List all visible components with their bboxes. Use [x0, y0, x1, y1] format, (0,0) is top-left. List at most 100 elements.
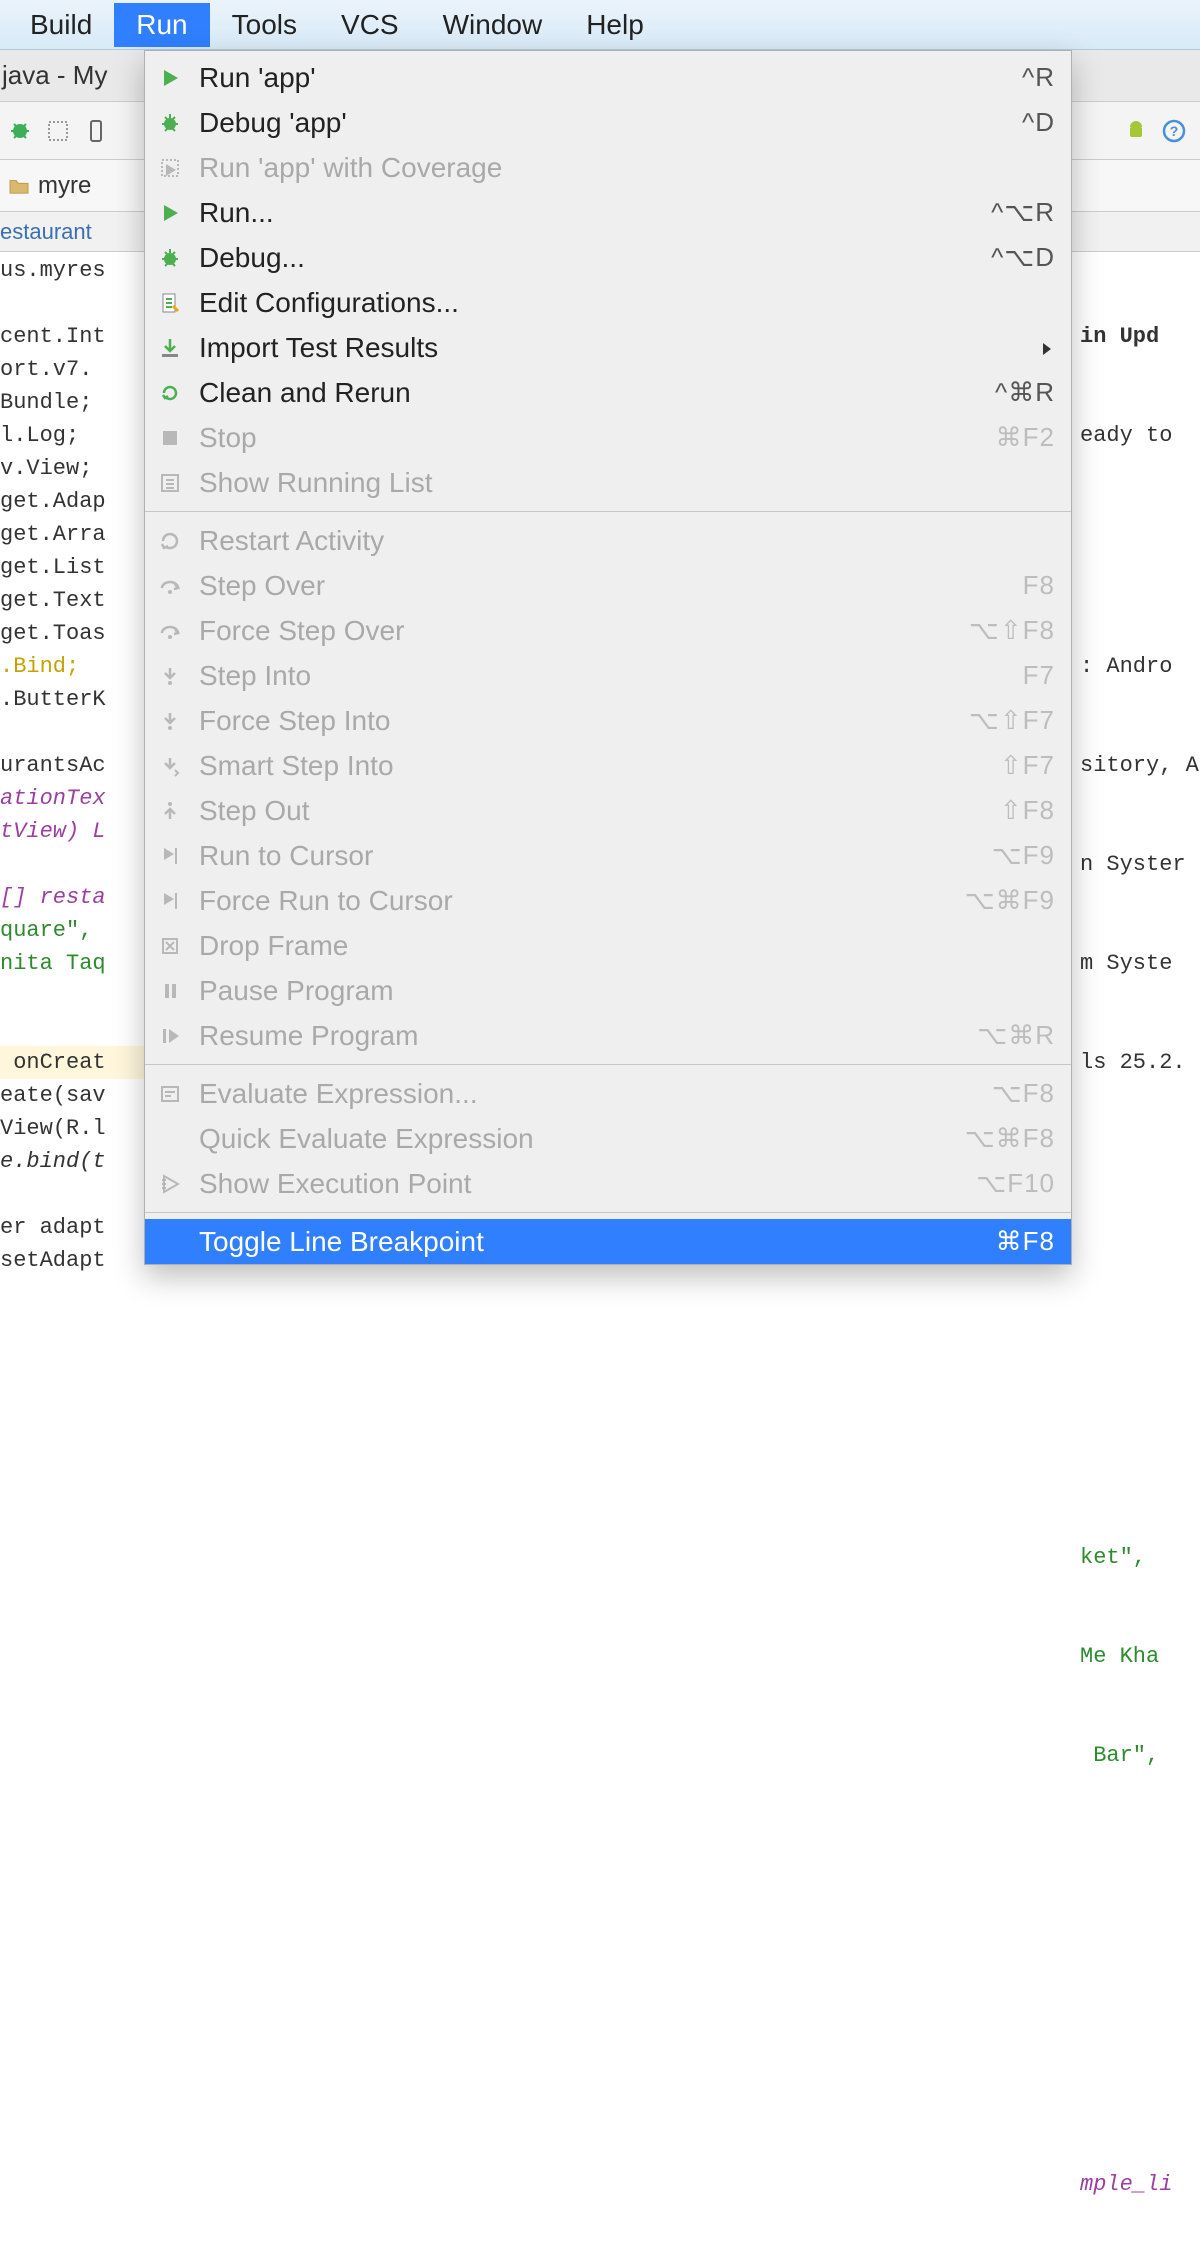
menu-item-force-run-to-cursor: Force Run to Cursor⌥⌘F9 — [145, 878, 1071, 923]
menu-item-step-into: Step IntoF7 — [145, 653, 1071, 698]
menu-item-label: Pause Program — [199, 975, 1055, 1007]
menu-shortcut: ⌘F8 — [996, 1226, 1055, 1257]
menu-help[interactable]: Help — [564, 3, 666, 47]
android-icon[interactable] — [1122, 117, 1150, 145]
menu-item-label: Smart Step Into — [199, 750, 1000, 782]
code-line — [0, 716, 144, 749]
menu-item-run-app[interactable]: Run 'app'^R — [145, 55, 1071, 100]
menu-shortcut: ^R — [1022, 62, 1055, 93]
code-line: View(R.l — [0, 1112, 144, 1145]
menu-item-label: Stop — [199, 422, 996, 454]
device-icon[interactable] — [82, 117, 110, 145]
menu-item-clean-and-rerun[interactable]: Clean and Rerun^⌘R — [145, 370, 1071, 415]
import-icon — [155, 333, 185, 363]
stepover-icon — [155, 571, 185, 601]
code-line: eate(sav — [0, 1079, 144, 1112]
menu-item-label: Force Run to Cursor — [199, 885, 965, 917]
menu-item-label: Clean and Rerun — [199, 377, 995, 409]
code-gutter-right: in Upd eady to : Andro sitory, A n Syste… — [1080, 212, 1200, 2267]
menu-separator — [145, 1064, 1071, 1065]
menu-shortcut: ⇧F8 — [1000, 795, 1055, 826]
code-gutter-left: us.myrescent.Intort.v7.Bundle;l.Log;v.Vi… — [0, 252, 144, 1706]
menu-item-show-running-list: Show Running List — [145, 460, 1071, 505]
code-line: ort.v7. — [0, 353, 144, 386]
menu-item-show-execution-point: Show Execution Point⌥F10 — [145, 1161, 1071, 1206]
code-line: e.bind(t — [0, 1145, 144, 1178]
menu-item-label: Step Over — [199, 570, 1023, 602]
menu-run[interactable]: Run — [114, 3, 209, 47]
menu-item-label: Step Into — [199, 660, 1023, 692]
stop-icon — [155, 423, 185, 453]
menu-item-debug-app[interactable]: Debug 'app'^D — [145, 100, 1071, 145]
help-icon[interactable]: ? — [1160, 117, 1188, 145]
menu-item-import-test-results[interactable]: Import Test Results — [145, 325, 1071, 370]
menu-item-label: Run 'app' with Coverage — [199, 152, 1055, 184]
code-line: tView) L — [0, 815, 144, 848]
menu-item-run-to-cursor: Run to Cursor⌥F9 — [145, 833, 1071, 878]
breadcrumb-label: myre — [38, 172, 91, 200]
menu-item-drop-frame: Drop Frame — [145, 923, 1071, 968]
code-line: [] resta — [0, 881, 144, 914]
menu-shortcut: ⌥⌘F9 — [965, 885, 1055, 916]
assistant-title: in Upd — [1080, 320, 1200, 353]
fruncursor-icon — [155, 886, 185, 916]
code-keyword: mple_li — [1080, 2168, 1200, 2201]
chevron-right-icon — [1031, 332, 1055, 364]
code-line: .ButterK — [0, 683, 144, 716]
run-icon — [155, 63, 185, 93]
eval-icon — [155, 1079, 185, 1109]
coverage-icon — [155, 153, 185, 183]
menu-shortcut: ^⌘R — [995, 377, 1055, 408]
menu-window[interactable]: Window — [421, 3, 565, 47]
code-line: v.View; — [0, 452, 144, 485]
menu-build[interactable]: Build — [8, 3, 114, 47]
menu-item-label: Step Out — [199, 795, 1000, 827]
bug-icon[interactable] — [6, 117, 34, 145]
code-line: onCreat — [0, 1046, 144, 1079]
menu-item-force-step-over: Force Step Over⌥⇧F8 — [145, 608, 1071, 653]
svg-text:?: ? — [1170, 123, 1179, 139]
menu-item-debug[interactable]: Debug...^⌥D — [145, 235, 1071, 280]
menu-tools[interactable]: Tools — [210, 3, 319, 47]
menu-separator — [145, 511, 1071, 512]
code-line: get.List — [0, 551, 144, 584]
menu-item-label: Show Execution Point — [199, 1168, 976, 1200]
menu-item-stop: Stop⌘F2 — [145, 415, 1071, 460]
blank-icon — [155, 1227, 185, 1257]
menu-vcs[interactable]: VCS — [319, 3, 421, 47]
blank-icon — [155, 1124, 185, 1154]
code-line — [0, 1013, 144, 1046]
menu-item-edit-configurations[interactable]: Edit Configurations... — [145, 280, 1071, 325]
code-line: l.Log; — [0, 419, 144, 452]
coverage-icon[interactable] — [44, 117, 72, 145]
code-string: Me Kha — [1080, 1640, 1200, 1673]
menu-item-label: Force Step Into — [199, 705, 969, 737]
menu-shortcut: ⌥⇧F8 — [969, 615, 1055, 646]
menu-shortcut: ⌥⌘F8 — [965, 1123, 1055, 1154]
menu-separator — [145, 1212, 1071, 1213]
menu-item-resume-program: Resume Program⌥⌘R — [145, 1013, 1071, 1058]
code-line: setAdapt — [0, 1244, 144, 1277]
menu-item-run[interactable]: Run...^⌥R — [145, 190, 1071, 235]
code-line: ationTex — [0, 782, 144, 815]
fstepover-icon — [155, 616, 185, 646]
rerun-icon — [155, 378, 185, 408]
code-line: er adapt — [0, 1211, 144, 1244]
menubar: Build Run Tools VCS Window Help — [0, 0, 1200, 50]
menu-shortcut: ⌥⇧F7 — [969, 705, 1055, 736]
code-line: get.Text — [0, 584, 144, 617]
menu-item-evaluate-expression: Evaluate Expression...⌥F8 — [145, 1071, 1071, 1116]
code-line — [0, 287, 144, 320]
code-string: Bar", — [1080, 1739, 1200, 1772]
code-line — [0, 980, 144, 1013]
run-icon — [155, 198, 185, 228]
menu-item-toggle-line-breakpoint[interactable]: Toggle Line Breakpoint⌘F8 — [145, 1219, 1071, 1264]
menu-shortcut: F8 — [1023, 570, 1055, 601]
dropframe-icon — [155, 931, 185, 961]
code-string: ket", — [1080, 1541, 1200, 1574]
editor-tab-label: estaurant — [0, 219, 92, 245]
code-line — [0, 1178, 144, 1211]
stepinto-icon — [155, 661, 185, 691]
menu-item-run-app-with-coverage: Run 'app' with Coverage — [145, 145, 1071, 190]
menu-item-label: Quick Evaluate Expression — [199, 1123, 965, 1155]
